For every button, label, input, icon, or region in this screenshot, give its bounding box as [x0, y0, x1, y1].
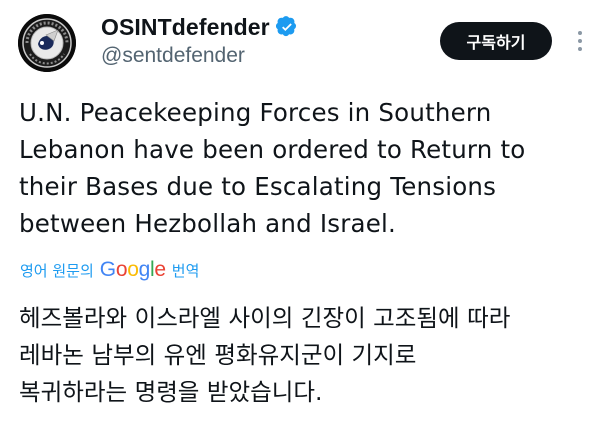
translated-text: 헤즈볼라와 이스라엘 사이의 긴장이 고조됨에 따라 레바논 남부의 유엔 평화… [19, 304, 511, 406]
tweet-card: OSINTdefender @sentdefender 구독하기 U.N. Pe… [0, 0, 612, 441]
google-letter: g [138, 258, 151, 281]
author-handle[interactable]: @sentdefender [101, 44, 245, 68]
translate-suffix: 번역 [171, 261, 200, 280]
avatar[interactable] [18, 14, 76, 72]
author-name-row: OSINTdefender [101, 12, 298, 42]
google-logo: Google [100, 258, 166, 282]
osint-defender-seal-icon [18, 14, 76, 72]
more-dot [578, 39, 582, 43]
tweet-text: U.N. Peacekeeping Forces in Southern Leb… [19, 98, 526, 238]
google-letter: G [99, 258, 116, 281]
more-dot [578, 31, 582, 35]
subscribe-button[interactable]: 구독하기 [440, 22, 552, 60]
translate-prefix: 영어 원문의 [20, 261, 94, 280]
display-name[interactable]: OSINTdefender [101, 14, 270, 41]
google-letter: o [115, 258, 128, 281]
more-options-icon[interactable] [568, 26, 592, 56]
translate-link[interactable]: 영어 원문의 Google 번역 [20, 256, 199, 284]
more-dot [578, 47, 582, 51]
google-letter: e [154, 258, 166, 281]
verified-badge-icon [275, 16, 296, 37]
google-letter: o [127, 258, 139, 281]
